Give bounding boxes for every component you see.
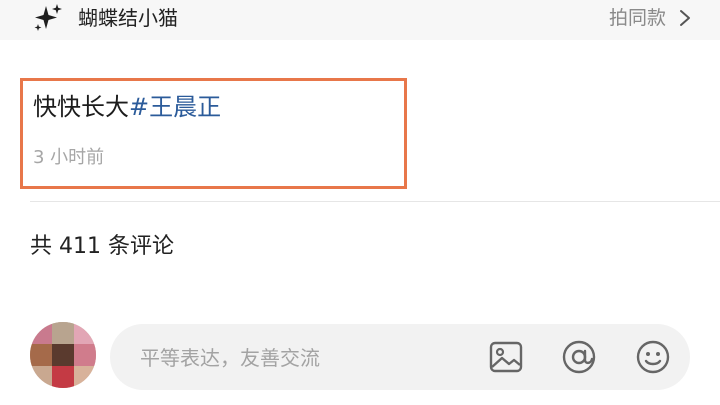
caption-hashtag-link[interactable]: #王晨正	[129, 93, 221, 121]
use-sound-label: 拍同款	[608, 7, 666, 29]
sparkle-icon	[34, 4, 62, 31]
caption-text: 快快长大	[33, 93, 129, 121]
post-detail-page: 蝴蝶结小猫 拍同款 快快长大#王晨正 3 小时前 共 411 条评论 平等表达，…	[0, 0, 720, 405]
section-divider	[30, 201, 720, 202]
user-avatar[interactable]	[30, 322, 96, 388]
post-timestamp: 3 小时前	[33, 147, 105, 168]
comment-count: 共 411 条评论	[30, 234, 174, 259]
at-icon[interactable]	[561, 339, 597, 375]
comment-input[interactable]: 平等表达，友善交流	[110, 324, 690, 390]
image-icon[interactable]	[488, 339, 524, 375]
sound-title[interactable]: 蝴蝶结小猫	[78, 4, 178, 32]
chevron-right-icon	[680, 10, 690, 26]
use-sound-button[interactable]: 拍同款	[609, 4, 692, 32]
emoji-icon[interactable]	[635, 339, 671, 375]
comment-input-placeholder: 平等表达，友善交流	[140, 346, 320, 370]
avatar-image	[30, 322, 96, 388]
post-caption-highlight: 快快长大#王晨正 3 小时前	[20, 78, 407, 189]
sound-bar[interactable]: 蝴蝶结小猫 拍同款	[0, 0, 720, 40]
post-caption: 快快长大#王晨正	[33, 91, 221, 123]
